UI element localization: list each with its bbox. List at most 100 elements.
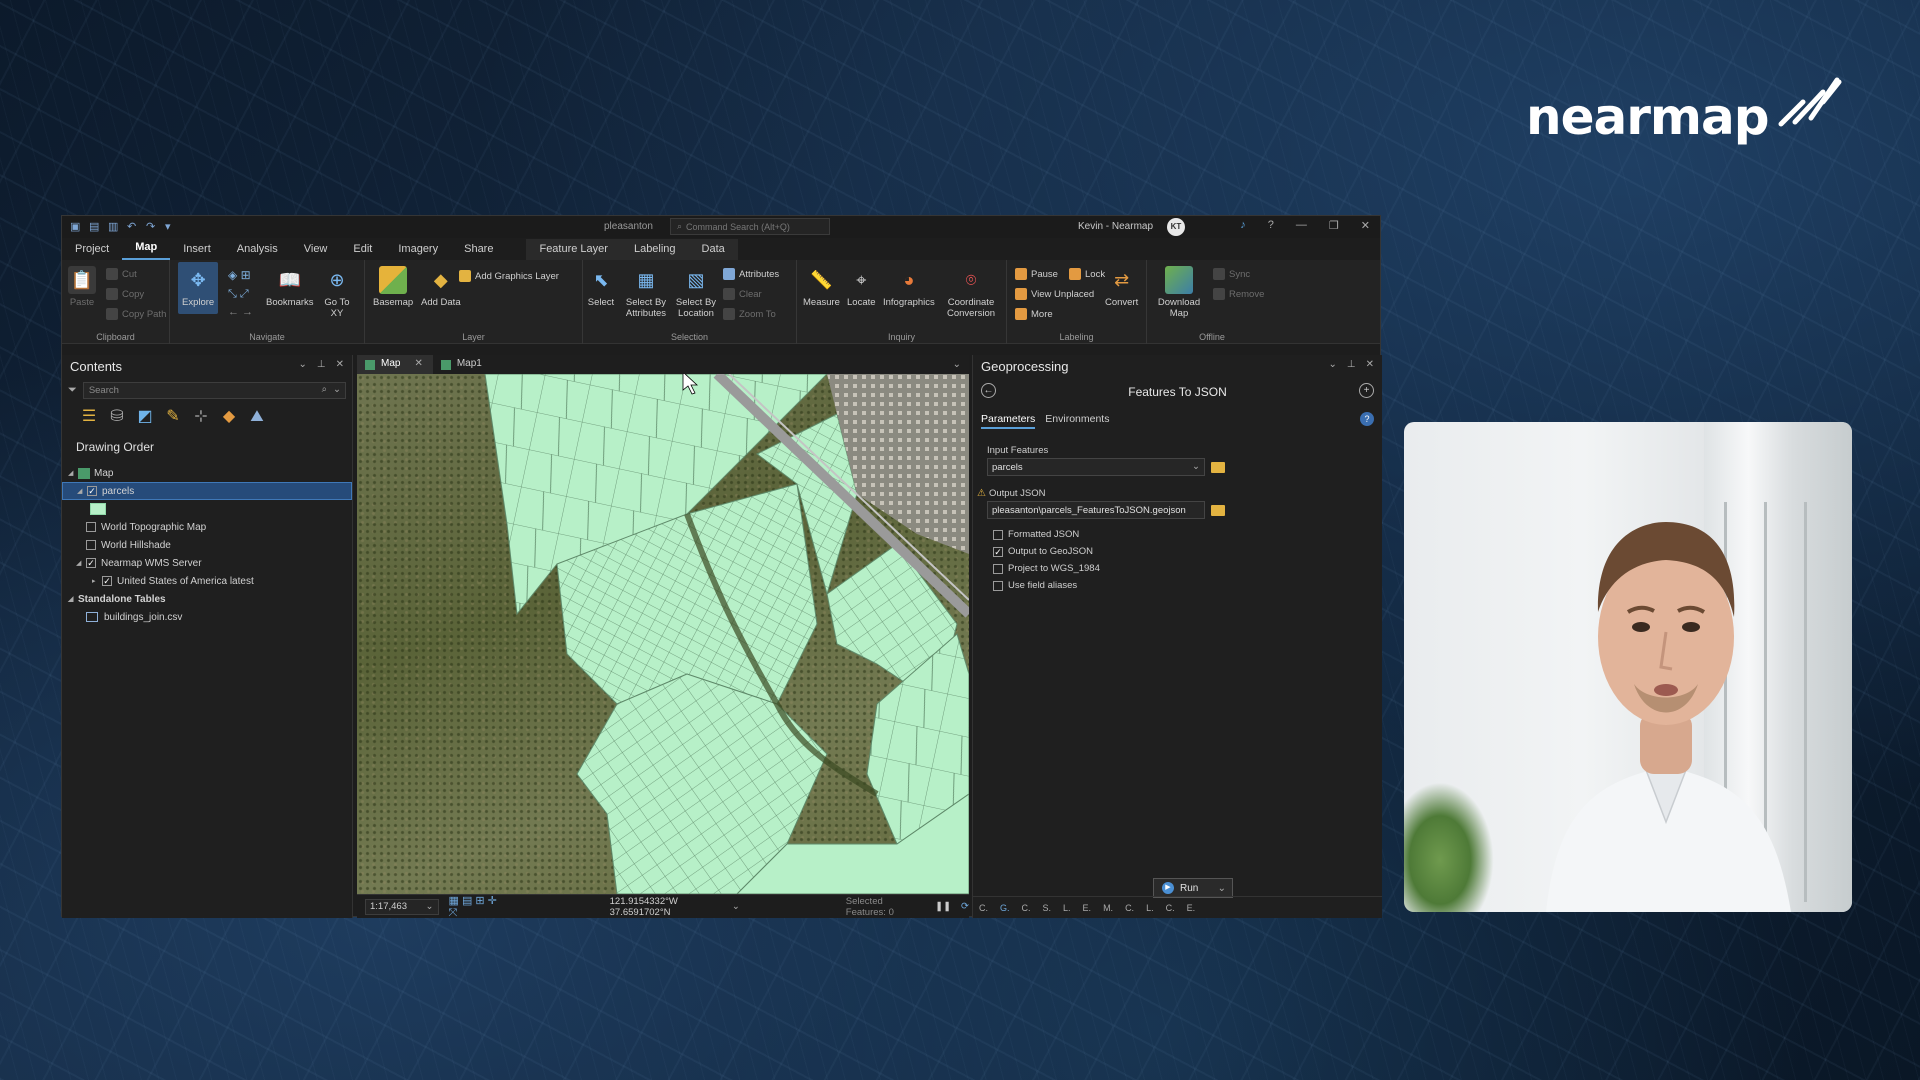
chevron-down-icon[interactable]: ⌄ <box>1218 883 1226 894</box>
scale-selector[interactable]: 1:17,463 ⌄ <box>365 898 439 915</box>
pane-tab[interactable]: C. <box>1125 903 1134 913</box>
layer-checkbox[interactable]: ✓ <box>87 486 97 496</box>
tab-project[interactable]: Project <box>62 243 122 260</box>
list-by-labeling-icon[interactable]: ◆ <box>220 408 238 426</box>
run-button[interactable]: ▶ Run ⌄ <box>1153 878 1233 898</box>
basemap-button[interactable]: Basemap <box>373 266 413 308</box>
chevron-down-icon[interactable]: ⌄ <box>732 901 740 912</box>
pane-tab[interactable]: C. <box>1166 903 1175 913</box>
expand-icon[interactable]: ◢ <box>76 559 86 567</box>
option-use-field-aliases[interactable]: Use field aliases <box>993 580 1382 591</box>
more-button[interactable]: More <box>1015 308 1053 320</box>
pane-tab[interactable]: G. <box>1000 903 1010 913</box>
bookmarks-button[interactable]: 📖 Bookmarks <box>266 266 314 309</box>
filter-icon[interactable]: ⏷ <box>68 384 77 397</box>
output-json-field[interactable]: pleasanton\parcels_FeaturesToJSON.geojso… <box>987 501 1205 519</box>
pause-drawing-icon[interactable]: ❚❚ <box>935 901 951 912</box>
tab-imagery[interactable]: Imagery <box>385 243 451 260</box>
infographics-button[interactable]: ◕ Infographics <box>883 266 935 309</box>
layer-checkbox[interactable] <box>86 540 96 550</box>
help-icon[interactable]: ? <box>1268 219 1274 232</box>
pane-tab[interactable]: S. <box>1043 903 1052 913</box>
expand-icon[interactable]: ◢ <box>77 487 87 495</box>
select-by-location-button[interactable]: ▧ Select By Location <box>673 266 719 320</box>
pin-icon[interactable]: ⊥ <box>317 359 326 370</box>
tree-item-buildings-join[interactable]: buildings_join.csv <box>62 608 352 626</box>
tab-environments[interactable]: Environments <box>1045 413 1109 429</box>
locate-button[interactable]: ⌖ Locate <box>847 266 876 309</box>
pane-tab[interactable]: E. <box>1083 903 1092 913</box>
list-by-data-source-icon[interactable]: ⛁ <box>108 408 126 426</box>
minimize-icon[interactable]: — <box>1296 219 1307 232</box>
chevron-down-icon[interactable]: ⌄ <box>1329 359 1337 370</box>
tab-view[interactable]: View <box>291 243 341 260</box>
close-icon[interactable]: ✕ <box>1361 219 1370 232</box>
tree-item-standalone-tables[interactable]: ◢ Standalone Tables <box>62 590 352 608</box>
nav-tools-icon[interactable]: ◈ ⊞ <box>228 268 251 282</box>
paste-button[interactable]: 📋 Paste <box>68 266 96 308</box>
attributes-button[interactable]: Attributes <box>723 268 779 280</box>
pane-tab[interactable]: C. <box>979 903 988 913</box>
parcels-symbol[interactable] <box>62 500 352 518</box>
cut-button[interactable]: Cut <box>106 268 137 280</box>
list-by-drawing-order-icon[interactable]: ☰ <box>80 408 98 426</box>
go-to-xy-button[interactable]: ⊕ Go To XY <box>318 266 356 320</box>
layer-checkbox[interactable]: ✓ <box>86 558 96 568</box>
undo-icon[interactable]: ↶ <box>127 221 140 233</box>
convert-button[interactable]: ⇄ Convert <box>1105 266 1138 309</box>
folder-icon[interactable] <box>1211 504 1225 516</box>
new-project-icon[interactable]: ▣ <box>70 221 83 233</box>
option-formatted-json[interactable]: Formatted JSON <box>993 529 1382 540</box>
chevron-down-icon[interactable]: ⌄ <box>299 359 307 370</box>
list-by-snapping-icon[interactable]: ⊹ <box>192 408 210 426</box>
tab-labeling[interactable]: Labeling <box>621 239 689 260</box>
add-graphics-layer-button[interactable]: Add Graphics Layer <box>459 270 559 282</box>
lock-button[interactable]: Lock <box>1069 268 1105 280</box>
notification-icon[interactable]: ♪ <box>1240 219 1246 232</box>
option-checkbox[interactable] <box>993 580 1003 591</box>
tab-map1-view[interactable]: Map1 <box>433 355 492 374</box>
open-icon[interactable]: ▤ <box>89 221 102 233</box>
tree-item-nearmap-wms-server[interactable]: ◢ ✓ Nearmap WMS Server <box>62 554 352 572</box>
sync-button[interactable]: Sync <box>1213 268 1250 280</box>
avatar[interactable]: KT <box>1167 218 1185 236</box>
zoom-to-button[interactable]: Zoom To <box>723 308 776 320</box>
tree-item-map[interactable]: ◢ Map <box>62 464 352 482</box>
option-checkbox[interactable] <box>993 529 1003 540</box>
close-icon[interactable]: ✕ <box>336 359 344 370</box>
customize-icon[interactable]: ▾ <box>165 221 178 233</box>
help-icon[interactable]: ? <box>1360 412 1374 426</box>
remove-button[interactable]: Remove <box>1213 288 1264 300</box>
coordinate-conversion-button[interactable]: ⌾ Coordinate Conversion <box>943 266 999 320</box>
option-project-to-wgs84[interactable]: Project to WGS_1984 <box>993 563 1382 574</box>
map-canvas[interactable] <box>357 374 969 894</box>
pause-button[interactable]: Pause <box>1015 268 1058 280</box>
add-icon[interactable]: + <box>1359 383 1374 398</box>
tab-map[interactable]: Map <box>122 241 171 260</box>
tab-analysis[interactable]: Analysis <box>224 243 291 260</box>
option-checkbox[interactable]: ✓ <box>993 546 1003 557</box>
user-name[interactable]: Kevin - Nearmap <box>1078 221 1153 232</box>
view-unplaced-button[interactable]: View Unplaced <box>1015 288 1094 300</box>
view-tools-icon[interactable]: ▦ ▤ ⊞ ✛ ⤧ <box>449 894 502 920</box>
option-checkbox[interactable] <box>993 563 1003 574</box>
tab-edit[interactable]: Edit <box>340 243 385 260</box>
add-data-button[interactable]: ◆ Add Data <box>421 266 461 309</box>
download-map-button[interactable]: Download Map <box>1153 266 1205 319</box>
close-icon[interactable]: ✕ <box>414 358 422 374</box>
pin-icon[interactable]: ⊥ <box>1347 359 1356 370</box>
tab-insert[interactable]: Insert <box>170 243 224 260</box>
copy-button[interactable]: Copy <box>106 288 144 300</box>
command-search[interactable]: ⌕ Command Search (Alt+Q) <box>670 218 830 235</box>
save-icon[interactable]: ▥ <box>108 221 121 233</box>
measure-button[interactable]: 📏 Measure <box>803 266 840 309</box>
tab-feature-layer[interactable]: Feature Layer <box>526 239 620 260</box>
clear-button[interactable]: Clear <box>723 288 762 300</box>
refresh-icon[interactable]: ⟳ <box>961 901 969 912</box>
tab-share[interactable]: Share <box>451 243 506 260</box>
tab-data[interactable]: Data <box>689 239 738 260</box>
select-by-attributes-button[interactable]: ▦ Select By Attributes <box>623 266 669 320</box>
list-by-selection-icon[interactable]: ◩ <box>136 408 154 426</box>
tree-item-world-hillshade[interactable]: World Hillshade <box>62 536 352 554</box>
list-by-perspective-icon[interactable]: ⛰ <box>248 408 266 426</box>
